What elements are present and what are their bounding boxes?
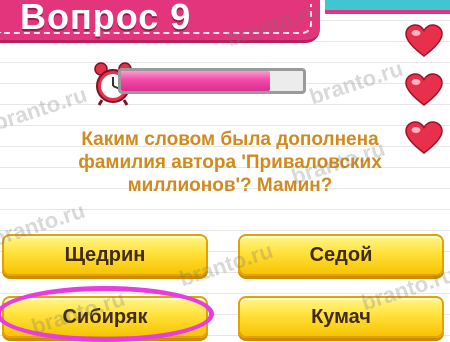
answer-button-sibiryak[interactable]: Сибиряк — [2, 296, 208, 338]
timer-bar — [118, 68, 306, 94]
header-bar: Вопрос 9 — [0, 0, 450, 44]
heart-icon — [405, 24, 443, 57]
answer-button-kumach[interactable]: Кумач — [238, 296, 444, 338]
answer-button-shchedrin[interactable]: Щедрин — [2, 234, 208, 276]
watermark: branto.ru — [306, 55, 406, 110]
header-ribbon — [325, 0, 450, 14]
heart-icon — [405, 73, 443, 106]
timer-bar-fill — [121, 71, 271, 91]
question-text: Каким словом была дополнена фамилия авто… — [78, 129, 382, 196]
question-number-title: Вопрос 9 — [20, 0, 192, 37]
answer-button-sedoy[interactable]: Седой — [238, 234, 444, 276]
